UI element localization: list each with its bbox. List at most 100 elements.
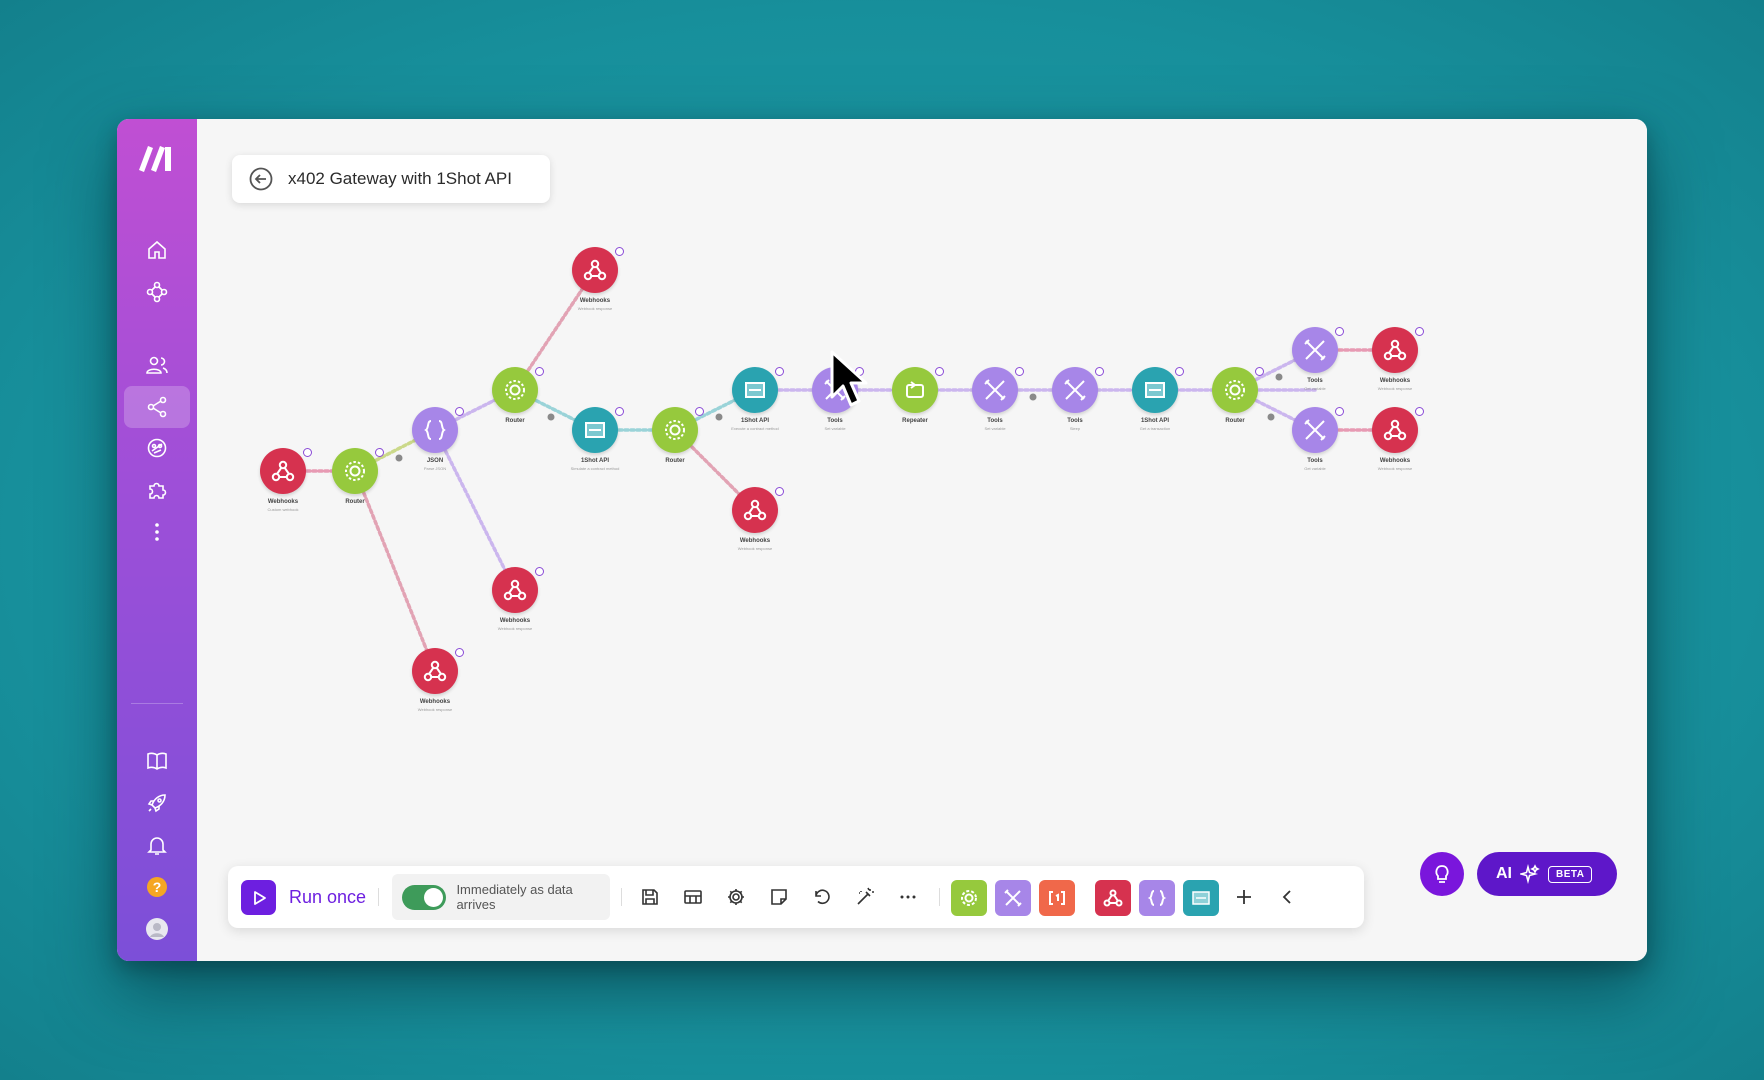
chevron-left-icon	[1282, 890, 1291, 904]
webhooks-icon	[1383, 419, 1407, 441]
templates-icon	[147, 438, 167, 458]
module-status-dot	[375, 448, 384, 457]
module-oneshot[interactable]	[572, 407, 618, 453]
rocket-icon	[147, 794, 166, 813]
add-module-button[interactable]	[1231, 884, 1257, 910]
module-webhooks[interactable]	[572, 247, 618, 293]
module-router[interactable]	[332, 448, 378, 494]
module-label: Webhooks Webhook response	[417, 699, 453, 712]
more-icon	[155, 523, 159, 541]
sidebar-item-notifications[interactable]	[124, 824, 190, 866]
text-parser-button[interactable]	[1039, 880, 1075, 916]
module-webhooks[interactable]	[260, 448, 306, 494]
scheduling-button[interactable]	[680, 884, 706, 910]
oneshot-api-icon	[1192, 891, 1210, 905]
module-router[interactable]	[1212, 367, 1258, 413]
toolbar-divider	[621, 888, 622, 906]
scenario-canvas[interactable]: x402 Gateway with 1Shot API Webhooks Cust…	[197, 119, 1647, 961]
module-label: Router	[505, 418, 525, 424]
module-tools[interactable]	[1292, 327, 1338, 373]
scenario-toolbar: Run once Immediately as data arrives	[228, 866, 1364, 928]
settings-button[interactable]	[723, 884, 749, 910]
module-webhooks[interactable]	[1372, 407, 1418, 453]
module-webhooks[interactable]	[732, 487, 778, 533]
webhooks-icon	[1383, 339, 1407, 361]
module-label: Router	[345, 499, 365, 505]
module-repeater[interactable]	[892, 367, 938, 413]
sidebar-item-scenarios[interactable]	[124, 271, 190, 313]
module-tools[interactable]	[1292, 407, 1338, 453]
ai-label: AI	[1496, 865, 1512, 882]
module-status-dot	[775, 367, 784, 376]
make-logo-icon[interactable]	[135, 141, 179, 173]
run-once-button[interactable]: Run once	[241, 880, 366, 915]
sidebar-item-home[interactable]	[124, 229, 190, 271]
module-webhooks[interactable]	[412, 648, 458, 694]
undo-icon	[815, 889, 830, 905]
collapse-toolbar-button[interactable]	[1274, 884, 1300, 910]
module-tools[interactable]	[972, 367, 1018, 413]
connections-icon	[147, 396, 167, 418]
sidebar-item-connections[interactable]	[124, 386, 190, 428]
flow-control-button[interactable]	[951, 880, 987, 916]
avatar	[146, 918, 168, 940]
module-router[interactable]	[492, 367, 538, 413]
module-status-dot	[1015, 367, 1024, 376]
sidebar-item-profile[interactable]	[124, 908, 190, 950]
router-icon	[1225, 380, 1245, 400]
module-status-dot	[1255, 367, 1264, 376]
hints-button[interactable]	[1420, 852, 1464, 896]
help-icon: ?	[147, 877, 167, 897]
webhooks-module-button[interactable]	[1095, 880, 1131, 916]
save-button[interactable]	[637, 884, 663, 910]
module-status-dot	[615, 247, 624, 256]
router-icon	[345, 461, 365, 481]
scenario-title-bar: x402 Gateway with 1Shot API	[232, 155, 550, 203]
module-status-dot	[1335, 407, 1344, 416]
tools-icon	[1064, 379, 1086, 401]
module-tools[interactable]	[1052, 367, 1098, 413]
sidebar-item-team[interactable]	[124, 344, 190, 386]
run-once-label: Run once	[289, 887, 367, 907]
module-webhooks[interactable]	[1372, 327, 1418, 373]
module-oneshot[interactable]	[1132, 367, 1178, 413]
module-router[interactable]	[652, 407, 698, 453]
sidebar-item-whats-new[interactable]	[124, 782, 190, 824]
module-webhooks[interactable]	[492, 567, 538, 613]
sidebar-item-docs[interactable]	[124, 740, 190, 782]
toolbar-divider	[939, 888, 940, 906]
oneshot-api-module-button[interactable]	[1183, 880, 1219, 916]
module-status-dot	[775, 487, 784, 496]
module-status-dot	[695, 407, 704, 416]
bell-icon	[147, 837, 167, 855]
webhooks-icon	[271, 460, 295, 482]
app-window: ? x402 Gateway with 1Shot API Webhooks C…	[117, 119, 1647, 961]
module-status-dot	[1415, 327, 1424, 336]
plus-icon	[1237, 890, 1251, 904]
svg-text:?: ?	[153, 879, 162, 895]
sidebar: ?	[117, 119, 197, 961]
undo-button[interactable]	[809, 884, 835, 910]
home-icon	[148, 240, 166, 259]
module-status-dot	[615, 407, 624, 416]
module-status-dot	[535, 367, 544, 376]
sidebar-item-help[interactable]: ?	[124, 866, 190, 908]
back-arrow-icon[interactable]	[248, 166, 274, 192]
module-status-dot	[303, 448, 312, 457]
sidebar-item-more[interactable]	[124, 511, 190, 553]
sidebar-item-apps[interactable]	[124, 469, 190, 511]
module-json[interactable]	[412, 407, 458, 453]
notes-icon	[771, 889, 787, 905]
sidebar-item-templates[interactable]	[124, 427, 190, 469]
json-module-button[interactable]	[1139, 880, 1175, 916]
notes-button[interactable]	[766, 884, 792, 910]
schedule-toggle[interactable]	[402, 884, 447, 910]
module-oneshot[interactable]	[732, 367, 778, 413]
module-status-dot	[1415, 407, 1424, 416]
tools-button[interactable]	[995, 880, 1031, 916]
auto-align-button[interactable]	[852, 884, 878, 910]
more-button[interactable]	[895, 884, 921, 910]
scenario-title[interactable]: x402 Gateway with 1Shot API	[288, 169, 512, 189]
ai-assistant-button[interactable]: AI BETA	[1477, 852, 1617, 896]
sidebar-divider	[131, 703, 183, 704]
